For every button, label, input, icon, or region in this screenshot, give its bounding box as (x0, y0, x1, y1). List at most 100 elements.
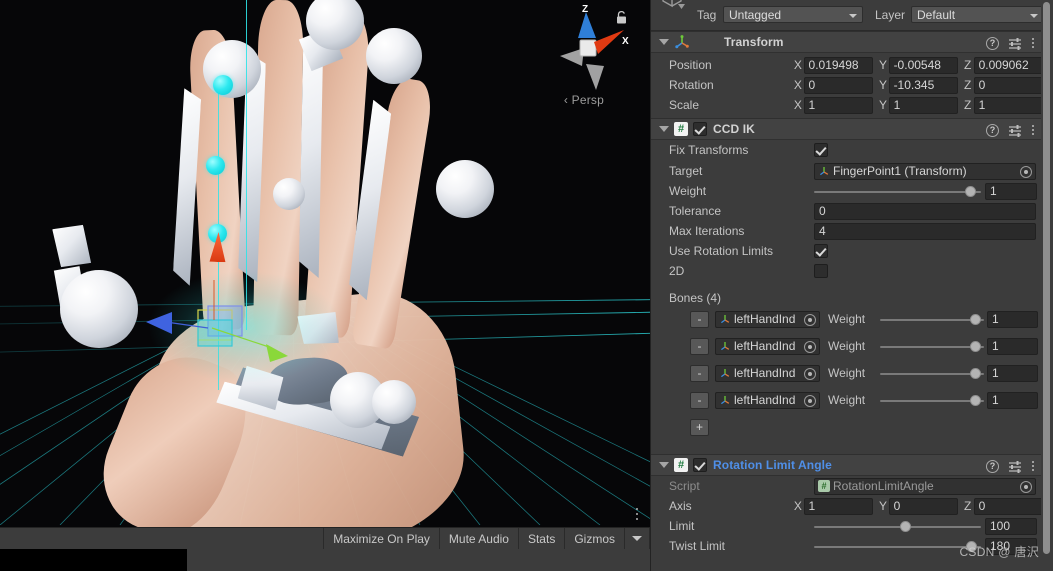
inspector-panel[interactable]: Tag Untagged Layer Default Transform ? P… (650, 0, 1053, 571)
position-x-field[interactable]: 0.019498 (803, 56, 873, 74)
bone-weight-slider[interactable] (880, 365, 984, 382)
slider-knob[interactable] (965, 185, 976, 197)
slider-knob[interactable] (970, 340, 981, 352)
remove-bone-button[interactable]: - (690, 364, 709, 382)
slider-track (880, 318, 984, 321)
ik-handle-1[interactable] (213, 75, 233, 95)
lock-icon[interactable] (615, 10, 628, 25)
limit-slider[interactable] (814, 518, 981, 535)
help-icon[interactable]: ? (986, 123, 999, 137)
slider-knob[interactable] (966, 540, 977, 552)
preset-icon[interactable] (1008, 37, 1022, 50)
component-header-ccd-ik[interactable]: # CCD IK ? (651, 118, 1043, 140)
axis-x-field[interactable]: 1 (803, 497, 873, 515)
object-picker-icon[interactable] (804, 394, 816, 407)
object-picker-icon[interactable] (804, 367, 816, 380)
scene-view-menu-icon[interactable] (630, 503, 644, 525)
tag-dropdown[interactable]: Untagged (723, 6, 863, 23)
remove-bone-button[interactable]: - (690, 310, 709, 328)
bone-object-field[interactable]: leftHandInd (715, 364, 820, 382)
slider-knob[interactable] (970, 313, 981, 325)
inspector-scrollbar[interactable] (1041, 0, 1052, 571)
bone-object-field[interactable]: leftHandInd (715, 310, 820, 328)
object-picker-icon[interactable] (1020, 165, 1032, 178)
bone-weight-field[interactable]: 1 (987, 337, 1038, 355)
bone-weight-slider[interactable] (880, 392, 984, 409)
game-view-toolbar[interactable]: Maximize On Play Mute Audio Stats Gizmos (0, 527, 650, 550)
rotation-z-field[interactable]: 0 (973, 76, 1044, 94)
bone-weight-field[interactable]: 1 (987, 310, 1038, 328)
rotation-y-field[interactable]: -10.345 (888, 76, 958, 94)
fix-transforms-checkbox[interactable] (814, 143, 828, 157)
component-menu-icon[interactable] (1031, 36, 1035, 50)
two-d-checkbox[interactable] (814, 264, 828, 278)
object-picker-icon[interactable] (804, 340, 816, 353)
help-icon[interactable]: ? (986, 36, 999, 50)
limit-value-field[interactable]: 100 (985, 517, 1037, 535)
component-enabled-checkbox[interactable] (693, 458, 707, 472)
position-z-field[interactable]: 0.009062 (973, 56, 1044, 74)
mute-audio-button[interactable]: Mute Audio (438, 527, 518, 550)
remove-bone-button[interactable]: - (690, 391, 709, 409)
script-value: RotationLimitAngle (833, 479, 934, 493)
axis-y-field[interactable]: 0 (888, 497, 958, 515)
maximize-on-play-button[interactable]: Maximize On Play (323, 527, 439, 550)
position-y-field[interactable]: -0.00548 (888, 56, 958, 74)
scale-z-field[interactable]: 1 (973, 96, 1044, 114)
bone-weight-field[interactable]: 1 (987, 391, 1038, 409)
weight-value-field[interactable]: 1 (985, 182, 1037, 200)
twist-limit-value-field[interactable]: 180 (985, 537, 1037, 555)
tag-layer-bar[interactable]: Tag Untagged Layer Default (651, 0, 1044, 31)
transform-position-row: Position X 0.019498 Y -0.00548 Z 0.00906… (651, 55, 1044, 75)
bone-weight-slider[interactable] (880, 338, 984, 355)
foldout-arrow-icon[interactable] (659, 39, 669, 45)
component-enabled-checkbox[interactable] (693, 122, 707, 136)
scale-x-field[interactable]: 1 (803, 96, 873, 114)
scene-orientation-gizmo[interactable]: Z X ‹ Persp (536, 4, 632, 114)
rotation-x-field[interactable]: 0 (803, 76, 873, 94)
tolerance-field[interactable]: 0 (814, 202, 1036, 220)
gizmos-dropdown-button[interactable] (624, 527, 650, 550)
component-menu-icon[interactable] (1031, 123, 1035, 137)
move-gizmo[interactable] (130, 280, 310, 390)
scrollbar-thumb[interactable] (1043, 2, 1050, 554)
slider-knob[interactable] (900, 520, 911, 532)
bone-object-field[interactable]: leftHandInd (715, 391, 820, 409)
twist-limit-slider[interactable] (814, 538, 981, 555)
stats-button[interactable]: Stats (517, 527, 565, 550)
component-header-transform[interactable]: Transform ? (651, 31, 1043, 53)
weight-slider[interactable] (814, 183, 981, 200)
scale-y-field[interactable]: 1 (888, 96, 958, 114)
slider-knob[interactable] (970, 394, 981, 406)
bone-row: - leftHandInd Weight 1 (651, 363, 1043, 383)
bones-header-row[interactable]: Bones (4) (651, 288, 1043, 308)
component-menu-icon[interactable] (1031, 459, 1035, 473)
help-icon[interactable]: ? (986, 459, 999, 473)
max-iterations-label: Max Iterations (669, 224, 745, 238)
scale-label: Scale (669, 98, 700, 112)
bone-plate-thumb-upper (49, 220, 95, 272)
axis-z-field[interactable]: 0 (973, 497, 1044, 515)
max-iterations-field[interactable]: 4 (814, 222, 1036, 240)
add-bone-button[interactable]: + (690, 418, 709, 436)
foldout-arrow-icon[interactable] (659, 126, 669, 132)
object-picker-icon[interactable] (804, 313, 816, 326)
layer-dropdown[interactable]: Default (911, 6, 1044, 23)
projection-mode-label[interactable]: ‹ Persp (564, 93, 604, 107)
ik-handle-2[interactable] (206, 156, 225, 175)
bone-weight-slider[interactable] (880, 311, 984, 328)
use-rotation-limits-checkbox[interactable] (814, 244, 828, 258)
position-x-axis-label: X (793, 58, 802, 72)
foldout-arrow-icon[interactable] (659, 462, 669, 468)
scene-view[interactable]: Z X ‹ Persp Maximize On Play Mute Audio … (0, 0, 650, 571)
preset-icon[interactable] (1008, 124, 1022, 137)
bone-object-field[interactable]: leftHandInd (715, 337, 820, 355)
target-object-field[interactable]: FingerPoint1 (Transform) (814, 162, 1036, 180)
gizmos-button[interactable]: Gizmos (564, 527, 624, 550)
bone-weight-field[interactable]: 1 (987, 364, 1038, 382)
slider-knob[interactable] (970, 367, 981, 379)
object-picker-icon[interactable] (1020, 480, 1032, 493)
preset-icon[interactable] (1008, 460, 1022, 473)
component-header-rotation-limit-angle[interactable]: # Rotation Limit Angle ? (651, 454, 1043, 476)
remove-bone-button[interactable]: - (690, 337, 709, 355)
